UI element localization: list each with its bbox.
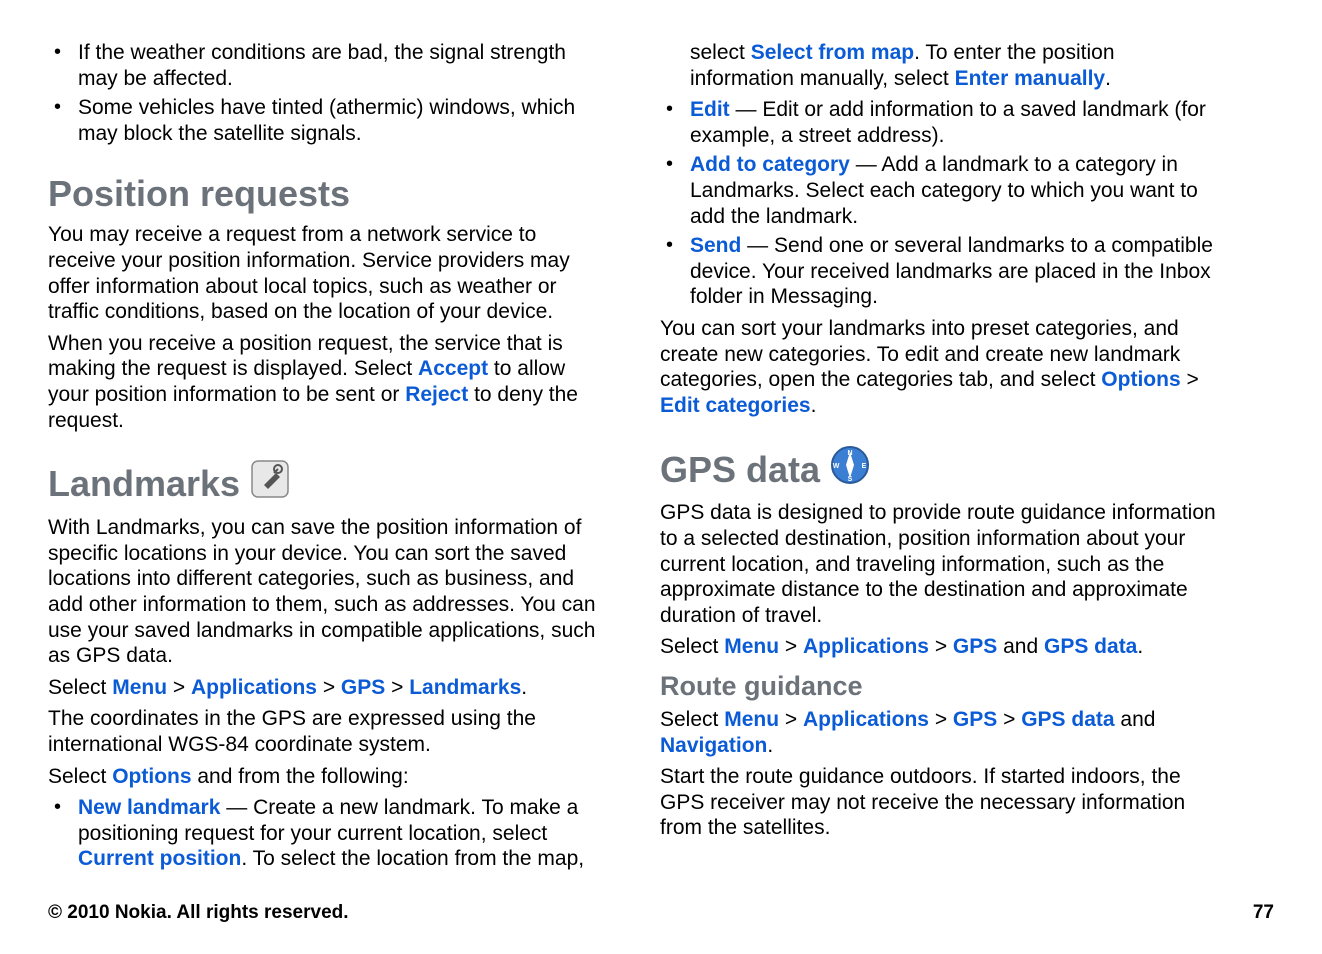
gps-data-label: GPS data: [1021, 708, 1114, 731]
options-label: Options: [1101, 368, 1180, 391]
gps-label: GPS: [341, 676, 385, 699]
send-label: Send: [690, 234, 741, 257]
text: .: [1105, 67, 1111, 90]
navigation-label: Navigation: [660, 734, 767, 757]
paragraph: You may receive a request from a network…: [48, 222, 608, 324]
reject-label: Reject: [405, 383, 468, 406]
menu-label: Menu: [724, 635, 779, 658]
options-list: New landmark — Create a new landmark. To…: [48, 795, 608, 872]
text: —: [220, 796, 253, 819]
enter-manually-label: Enter manually: [955, 67, 1106, 90]
list-item: If the weather conditions are bad, the s…: [48, 40, 608, 91]
bullet-text: Some vehicles have tinted (athermic) win…: [78, 96, 575, 145]
list-item: New landmark — Create a new landmark. To…: [48, 795, 608, 872]
intro-bullets: If the weather conditions are bad, the s…: [48, 40, 608, 146]
accept-label: Accept: [418, 357, 488, 380]
list-item: Edit — Edit or add information to a save…: [660, 97, 1220, 148]
text: and: [1115, 708, 1156, 731]
new-landmark-label: New landmark: [78, 796, 220, 819]
list-item: Send — Send one or several landmarks to …: [660, 233, 1220, 310]
right-column: select Select from map. To enter the pos…: [660, 40, 1220, 878]
options-label: Options: [112, 765, 191, 788]
text: >: [1181, 368, 1199, 391]
footer: © 2010 Nokia. All rights reserved. 77: [48, 902, 1274, 924]
left-column: If the weather conditions are bad, the s…: [48, 40, 608, 878]
list-item: Add to category — Add a landmark to a ca…: [660, 152, 1220, 229]
text: —: [741, 234, 774, 257]
text: . To select the location from the map,: [241, 847, 584, 870]
text: select: [690, 41, 751, 64]
page-number: 77: [1253, 902, 1274, 924]
menu-label: Menu: [724, 708, 779, 731]
gps-data-heading: GPS data N S W E: [660, 445, 1220, 495]
nav-path: Select Menu > Applications > GPS > GPS d…: [660, 707, 1220, 758]
gps-data-label: GPS data: [1044, 635, 1137, 658]
text: .: [1137, 635, 1143, 658]
landmarks-label: Landmarks: [409, 676, 521, 699]
text: >: [929, 635, 953, 658]
text: >: [779, 708, 803, 731]
text: Select: [660, 635, 724, 658]
landmarks-heading: Landmarks: [48, 459, 608, 509]
menu-label: Menu: [112, 676, 167, 699]
nav-path: Select Menu > Applications > GPS and GPS…: [660, 634, 1220, 660]
text: Edit or add information to a saved landm…: [690, 98, 1206, 147]
paragraph: GPS data is designed to provide route gu…: [660, 500, 1220, 628]
current-position-label: Current position: [78, 847, 241, 870]
text: —: [850, 153, 882, 176]
text: .: [811, 394, 817, 417]
text: Select: [48, 676, 112, 699]
applications-label: Applications: [803, 708, 929, 731]
bullet-text: If the weather conditions are bad, the s…: [78, 41, 566, 90]
paragraph: With Landmarks, you can save the positio…: [48, 515, 608, 669]
text: and: [997, 635, 1044, 658]
edit-categories-label: Edit categories: [660, 394, 811, 417]
select-from-map-label: Select from map: [751, 41, 914, 64]
text: >: [779, 635, 803, 658]
gps-label: GPS: [953, 635, 997, 658]
compass-icon: N S W E: [830, 445, 870, 495]
text: >: [997, 708, 1021, 731]
landmarks-icon: [250, 459, 290, 509]
nav-path: Select Menu > Applications > GPS > Landm…: [48, 675, 608, 701]
applications-label: Applications: [191, 676, 317, 699]
paragraph: You can sort your landmarks into preset …: [660, 316, 1220, 418]
paragraph: The coordinates in the GPS are expressed…: [48, 706, 608, 757]
paragraph: Start the route guidance outdoors. If st…: [660, 764, 1220, 841]
add-to-category-label: Add to category: [690, 153, 850, 176]
position-requests-heading: Position requests: [48, 172, 608, 216]
text: —: [730, 98, 763, 121]
text: .: [767, 734, 773, 757]
text: >: [929, 708, 953, 731]
continuation: select Select from map. To enter the pos…: [660, 40, 1220, 91]
route-guidance-heading: Route guidance: [660, 670, 1220, 703]
text: .: [521, 676, 527, 699]
svg-text:W: W: [833, 463, 840, 470]
gps-label: GPS: [953, 708, 997, 731]
text: >: [385, 676, 409, 699]
paragraph: When you receive a position request, the…: [48, 331, 608, 433]
copyright: © 2010 Nokia. All rights reserved.: [48, 902, 349, 924]
landmarks-heading-text: Landmarks: [48, 462, 240, 506]
columns: If the weather conditions are bad, the s…: [48, 40, 1274, 878]
edit-label: Edit: [690, 98, 730, 121]
text: and from the following:: [192, 765, 409, 788]
page: If the weather conditions are bad, the s…: [0, 0, 1322, 954]
gps-data-heading-text: GPS data: [660, 448, 820, 492]
svg-text:E: E: [862, 463, 867, 470]
paragraph: Select Options and from the following:: [48, 764, 608, 790]
text: Select: [660, 708, 724, 731]
applications-label: Applications: [803, 635, 929, 658]
list-item: Some vehicles have tinted (athermic) win…: [48, 95, 608, 146]
text: Select: [48, 765, 112, 788]
options-list-right: Edit — Edit or add information to a save…: [660, 97, 1220, 310]
text: >: [317, 676, 341, 699]
text: >: [167, 676, 191, 699]
